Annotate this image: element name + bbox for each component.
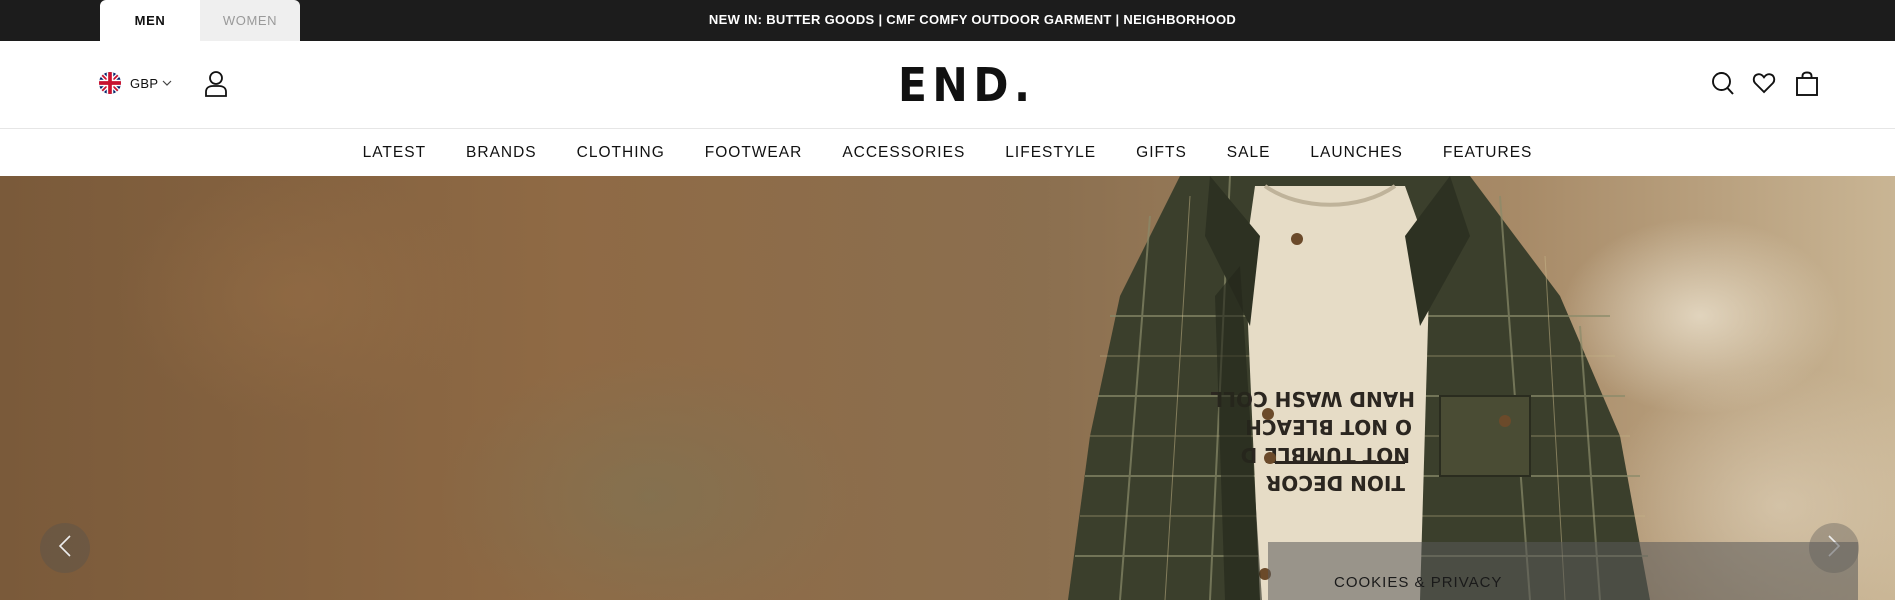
nav-clothing[interactable]: CLOTHING: [577, 144, 665, 162]
nav-lifestyle[interactable]: LIFESTYLE: [1005, 144, 1096, 162]
nav-brands[interactable]: BRANDS: [466, 144, 537, 162]
gender-tabs: MEN WOMEN: [100, 0, 300, 41]
hero-banner[interactable]: TION DECOR NOT TUMBLE D O NOT BLEACH HAN…: [0, 176, 1895, 600]
nav-footwear[interactable]: FOOTWEAR: [705, 144, 803, 162]
site-logo[interactable]: END.: [898, 58, 1030, 112]
wishlist-heart-icon[interactable]: [1752, 71, 1776, 100]
site-header: GBP END.: [0, 41, 1895, 129]
cookie-banner-title: COOKIES & PRIVACY: [1334, 574, 1503, 591]
tab-men[interactable]: MEN: [100, 0, 200, 41]
shopping-bag-icon[interactable]: [1795, 71, 1819, 102]
announcement-bar: NEW IN: BUTTER GOODS | CMF COMFY OUTDOOR…: [0, 0, 1895, 41]
nav-latest[interactable]: LATEST: [363, 144, 426, 162]
nav-accessories[interactable]: ACCESSORIES: [842, 144, 965, 162]
uk-flag-icon: [99, 72, 121, 94]
chevron-down-icon: [162, 74, 172, 92]
main-nav: LATEST BRANDS CLOTHING FOOTWEAR ACCESSOR…: [0, 130, 1895, 176]
svg-text:TION DECOR: TION DECOR: [1266, 471, 1405, 495]
chevron-left-icon: [58, 534, 72, 563]
search-icon[interactable]: [1711, 71, 1735, 102]
account-icon[interactable]: [205, 71, 227, 102]
tab-women[interactable]: WOMEN: [200, 0, 300, 41]
carousel-prev-button[interactable]: [40, 523, 90, 573]
nav-sale[interactable]: SALE: [1227, 144, 1271, 162]
announcement-text[interactable]: NEW IN: BUTTER GOODS | CMF COMFY OUTDOOR…: [709, 12, 1236, 27]
currency-selector[interactable]: GBP: [99, 72, 172, 94]
hero-product-image: TION DECOR NOT TUMBLE D O NOT BLEACH HAN…: [1068, 176, 1650, 600]
nav-features[interactable]: FEATURES: [1443, 144, 1533, 162]
nav-gifts[interactable]: GIFTS: [1136, 144, 1187, 162]
currency-label: GBP: [130, 75, 159, 91]
cookie-banner[interactable]: COOKIES & PRIVACY: [1268, 542, 1858, 600]
nav-launches[interactable]: LAUNCHES: [1310, 144, 1402, 162]
